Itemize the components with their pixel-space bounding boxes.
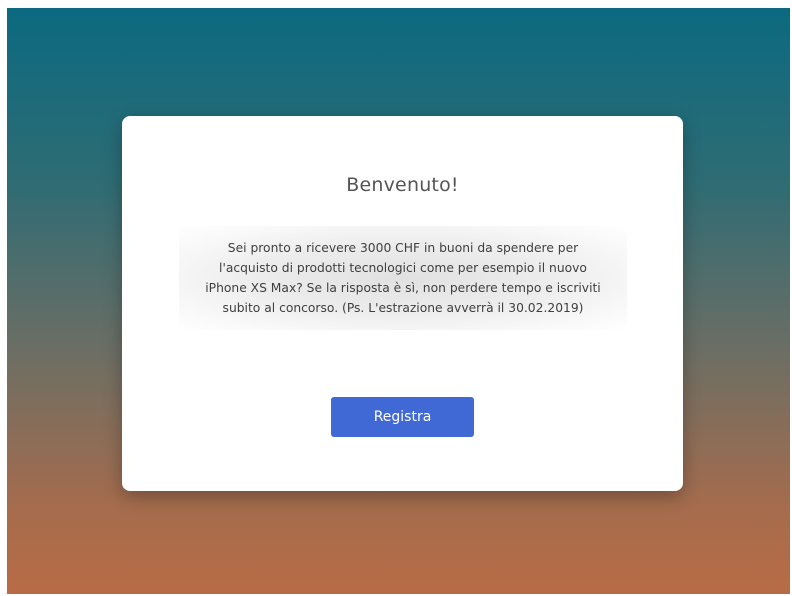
card-title: Benvenuto!: [346, 174, 459, 196]
welcome-card: Benvenuto! Sei pronto a ricevere 3000 CH…: [122, 116, 683, 491]
message-line: Sei pronto a ricevere 3000 CHF in buoni …: [227, 241, 579, 255]
welcome-message: Sei pronto a ricevere 3000 CHF in buoni …: [179, 238, 627, 318]
message-box: Sei pronto a ricevere 3000 CHF in buoni …: [179, 226, 627, 330]
register-button[interactable]: Registra: [331, 397, 474, 437]
message-line: l'acquisto di prodotti tecnologici come …: [219, 261, 587, 275]
message-line: subito al concorso. (Ps. L'estrazione av…: [222, 301, 584, 315]
message-line: iPhone XS Max? Se la risposta è sì, non …: [205, 281, 601, 295]
page-background: Benvenuto! Sei pronto a ricevere 3000 CH…: [7, 8, 790, 594]
